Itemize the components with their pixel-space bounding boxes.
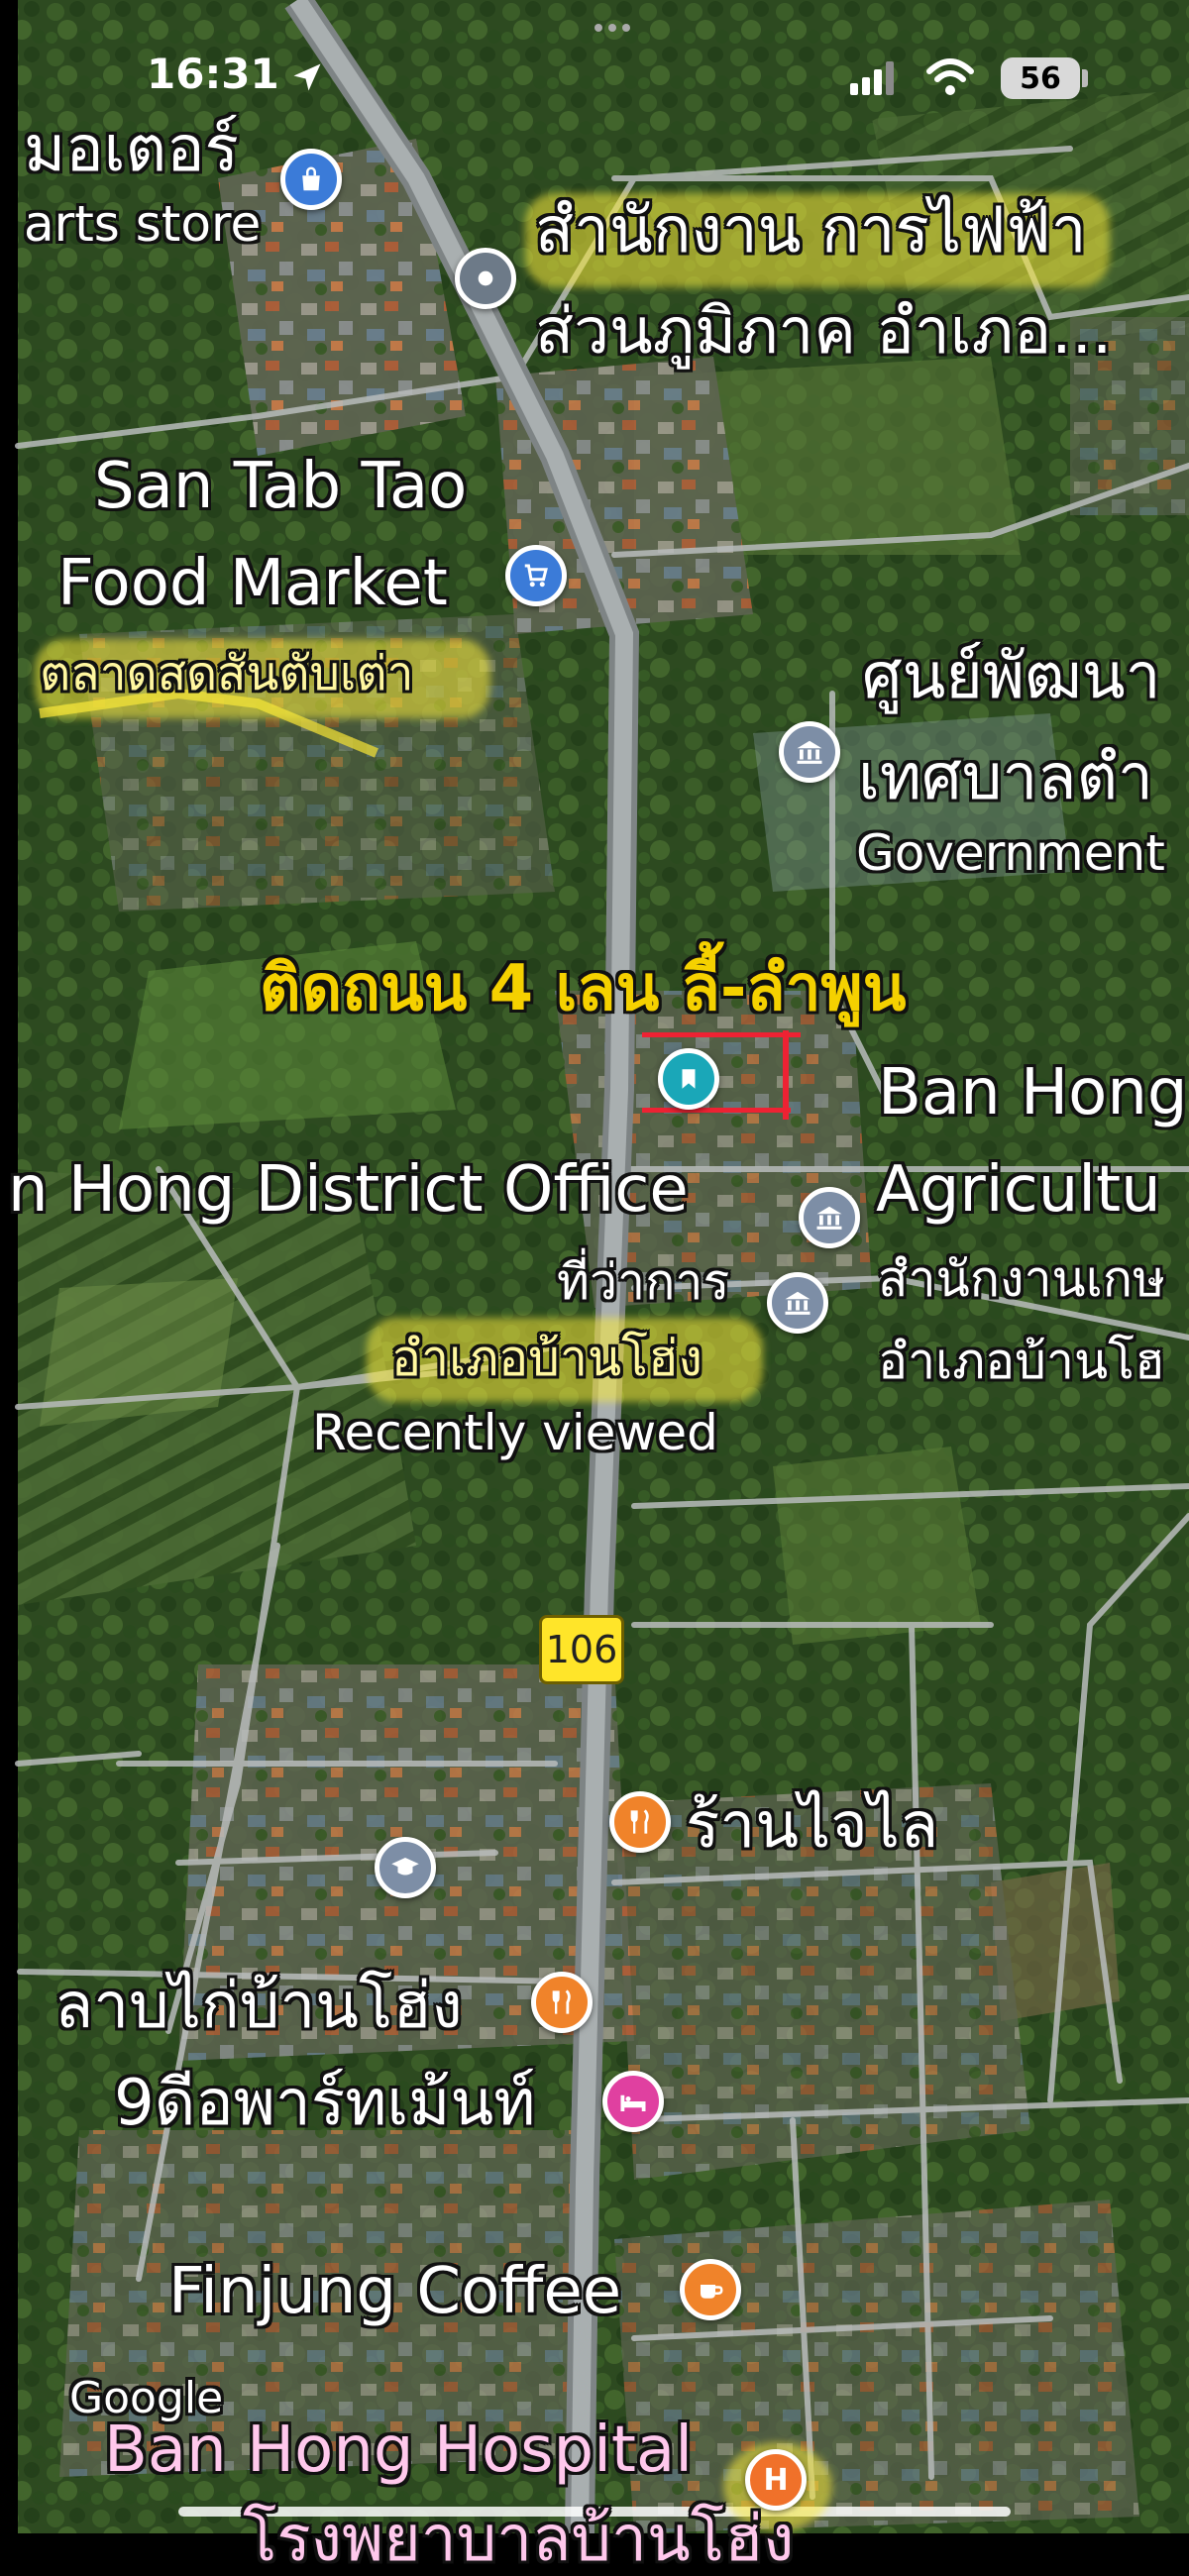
hotel-bed-pin-icon[interactable] — [602, 2071, 664, 2132]
map-label-district-office[interactable]: n Hong District Office — [8, 1156, 689, 1224]
government-building-pin-icon-2[interactable] — [799, 1187, 860, 1248]
map-label-laab-restaurant[interactable]: ลาบไก่บ้านโฮ่ง — [54, 1973, 463, 2040]
restaurant-pin-icon-2[interactable] — [531, 1972, 593, 2033]
map-label-agri-thai-line2[interactable]: อำเภอบ้านโฮ — [878, 1336, 1165, 1388]
map-label-ban-hong-agri-line1[interactable]: Ban Hong — [878, 1059, 1188, 1127]
map-label-parts-store-thai[interactable]: มอเตอร์ — [24, 116, 239, 183]
map-label-agri-thai-line1[interactable]: สำนักงานเกษ — [878, 1253, 1165, 1306]
plot-outline-top — [642, 1032, 801, 1037]
map-label-coffee[interactable]: Finjung Coffee — [168, 2258, 621, 2325]
shopping-bag-pin-icon[interactable] — [280, 149, 342, 210]
hospital-pin-icon[interactable]: H — [745, 2449, 807, 2511]
battery-tip — [1082, 69, 1088, 87]
grocery-cart-pin-icon[interactable] — [505, 545, 567, 606]
map-label-district-thai-line1[interactable]: ที่ว่าการ — [557, 1256, 729, 1309]
map-label-gov-center-line3[interactable]: Government — [856, 827, 1165, 880]
route-number: 106 — [545, 1628, 618, 1671]
location-arrow-icon — [293, 63, 321, 91]
battery-level: 56 — [1020, 60, 1061, 96]
battery-indicator: 56 — [1001, 57, 1080, 99]
route-106-shield: 106 — [539, 1615, 624, 1684]
map-label-apartment[interactable]: 9ดีอพาร์ทเม้นท์ — [114, 2070, 535, 2137]
dynamic-island-dots — [594, 24, 634, 34]
plot-outline-right — [783, 1030, 789, 1120]
map-label-parts-store[interactable]: arts store — [24, 198, 261, 251]
wifi-icon — [926, 58, 974, 95]
map-label-gov-center-line2[interactable]: เทศบาลตำ — [858, 744, 1153, 811]
saved-bookmark-pin-icon[interactable] — [658, 1048, 719, 1110]
cellular-signal-icon — [850, 61, 894, 95]
map-announcement: ติดถนน 4 เลน ลี้-ลำพูน — [260, 952, 907, 1025]
government-building-pin-icon[interactable] — [779, 721, 840, 783]
map-label-district-thai-line2[interactable]: อำเภอบ้านโฮ่ง — [391, 1333, 703, 1385]
restaurant-pin-icon[interactable] — [609, 1791, 671, 1853]
map-label-food-market-line1[interactable]: San Tab Tao — [94, 453, 467, 520]
map-label-electric-office-line2[interactable]: ส่วนภูมิภาค อำเภอ... — [535, 298, 1112, 366]
plot-outline-bottom — [642, 1108, 791, 1113]
map-label-food-market-line2[interactable]: Food Market — [57, 550, 448, 617]
map-label-hospital[interactable]: Ban Hong Hospital — [104, 2416, 693, 2484]
map-label-ban-hong-agri-line2[interactable]: Agricultu — [876, 1156, 1161, 1224]
map-label-food-market-thai[interactable]: ตลาดสดสันตับเต่า — [40, 649, 413, 699]
map-label-gov-center-line1[interactable]: ศูนย์พัฒนา — [862, 643, 1161, 710]
map-label-electric-office-line1[interactable]: สำนักงาน การไฟฟ้า — [535, 197, 1087, 265]
map-label-recently-viewed: Recently viewed — [312, 1404, 718, 1461]
government-building-pin-icon-3[interactable] — [767, 1272, 828, 1334]
map-label-restaurant-1[interactable]: ร้านไจไล — [686, 1792, 938, 1860]
status-time: 16:31 — [147, 50, 279, 98]
map-label-hospital-thai[interactable]: โรงพยาบาลบ้านโฮ่ง — [243, 2506, 794, 2573]
generic-place-pin-icon[interactable] — [455, 248, 516, 309]
coffee-cup-pin-icon[interactable] — [680, 2259, 741, 2320]
school-pin-icon[interactable] — [375, 1837, 436, 1898]
